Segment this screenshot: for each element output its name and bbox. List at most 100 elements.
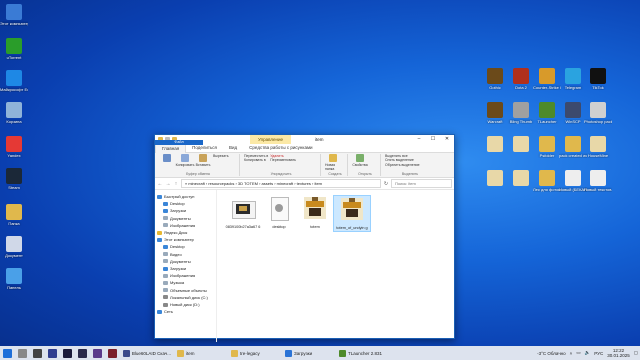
cut-button[interactable]: Вырезать bbox=[213, 154, 229, 158]
desktop-icon[interactable]: Майкрософт Edge bbox=[0, 70, 28, 92]
desktop-icon[interactable]: Корзина bbox=[0, 102, 28, 124]
app3-taskbar-icon[interactable] bbox=[108, 348, 117, 358]
nav-item[interactable]: Музыка bbox=[155, 279, 216, 286]
pin-button[interactable] bbox=[159, 154, 175, 163]
start-icon[interactable] bbox=[3, 348, 12, 358]
nav-item[interactable]: Видео bbox=[155, 251, 216, 258]
refresh-icon[interactable]: ↻ bbox=[383, 181, 389, 187]
nav-item[interactable]: Новый диск (D:) bbox=[155, 301, 216, 308]
nav-item[interactable]: Объемные объекты bbox=[155, 287, 216, 294]
back-icon[interactable]: ← bbox=[157, 181, 163, 187]
up-icon[interactable]: ↑ bbox=[173, 181, 179, 187]
tab-file[interactable]: Файл bbox=[155, 140, 203, 145]
desktop-icon[interactable]: Новый текстов... bbox=[584, 170, 612, 192]
maximize-button[interactable]: ☐ bbox=[426, 135, 440, 144]
search-icon[interactable] bbox=[18, 348, 27, 358]
tab-picture-tools[interactable]: Средства работы с рисунками bbox=[243, 144, 318, 152]
file-item[interactable]: totem_of_undyin g bbox=[333, 195, 371, 232]
desktop-icon[interactable]: WinSCP bbox=[559, 102, 587, 124]
desktop-icon[interactable]: HouseMine bbox=[584, 136, 612, 158]
desktop-icon[interactable]: Dota 2 bbox=[507, 68, 535, 90]
taskbar-app-icon bbox=[177, 349, 184, 357]
app2-taskbar-icon[interactable] bbox=[93, 348, 102, 358]
desktop-icon[interactable]: Photoshop pack bbox=[584, 102, 612, 124]
nav-item[interactable]: Сеть bbox=[155, 308, 216, 315]
ribbon: Копировать Вставить Вырезать Буфер обмен… bbox=[155, 153, 454, 178]
language-indicator[interactable]: РУС bbox=[594, 351, 603, 356]
forward-icon[interactable]: → bbox=[165, 181, 171, 187]
winscp-icon bbox=[565, 102, 581, 118]
nav-item[interactable]: Изображения bbox=[155, 222, 216, 229]
photoshop-taskbar-icon[interactable] bbox=[48, 348, 57, 358]
desktop-icon[interactable] bbox=[481, 136, 509, 153]
taskbar-app[interactable]: Загрузки bbox=[282, 346, 336, 360]
weather-text[interactable]: -3°C Облачно bbox=[537, 351, 566, 356]
desktop-icon[interactable]: Лес для фотошопа bbox=[533, 170, 561, 192]
nav-item[interactable]: Desktop bbox=[155, 200, 216, 207]
desktop-icon[interactable]: Psfolder bbox=[533, 136, 561, 158]
desktop-icon[interactable]: Telegram bbox=[559, 68, 587, 90]
desktop-icon[interactable] bbox=[481, 170, 509, 187]
network-icon[interactable]: ▭ bbox=[576, 350, 580, 356]
nav-item[interactable]: Документы bbox=[155, 215, 216, 222]
desktop-icon[interactable]: Steam bbox=[0, 168, 28, 190]
nav-item[interactable]: Этот компьютер bbox=[155, 236, 216, 243]
search-input[interactable]: Поиск: item bbox=[391, 179, 452, 188]
tray-arrow-icon[interactable]: ˄ bbox=[570, 351, 573, 356]
app-taskbar-icon[interactable] bbox=[78, 348, 87, 358]
desktop-icon[interactable] bbox=[507, 170, 535, 187]
nav-item[interactable]: Desktop bbox=[155, 243, 216, 250]
nav-item[interactable]: Быстрый доступ bbox=[155, 193, 216, 200]
nav-item[interactable]: Изображения bbox=[155, 272, 216, 279]
copy-button[interactable]: Копировать bbox=[176, 154, 194, 167]
file-item[interactable]: desktop bbox=[261, 195, 297, 230]
desktop-icon[interactable] bbox=[507, 136, 535, 153]
desktop-icon[interactable]: Gothic bbox=[481, 68, 509, 90]
nav-item[interactable]: Локальный диск (C:) bbox=[155, 294, 216, 301]
clock[interactable]: 12:22 30.01.2025 bbox=[607, 348, 630, 358]
desktop-icon[interactable]: Документ bbox=[0, 236, 28, 258]
desktop-icon[interactable]: TikTok bbox=[584, 68, 612, 90]
desktop-icon[interactable]: Counter-Strike Global Offensive bbox=[533, 68, 561, 90]
desktop-icon[interactable]: Панель bbox=[0, 268, 28, 290]
close-button[interactable]: ✕ bbox=[440, 135, 454, 144]
taskbar-app[interactable]: Blue60LAID Скач... bbox=[120, 346, 174, 360]
minimize-button[interactable]: – bbox=[412, 135, 426, 144]
volume-icon[interactable]: 🔈 bbox=[585, 350, 591, 356]
paste-button[interactable]: Вставить bbox=[195, 154, 211, 167]
rename-button[interactable]: Переименовать bbox=[270, 158, 296, 162]
desktop-icon[interactable]: Bling Thumb bbox=[507, 102, 535, 124]
taskbar-app[interactable]: tre-legacy bbox=[228, 346, 282, 360]
desktop-icon[interactable]: Новый (БЕКАП) bbox=[559, 170, 587, 192]
invert-selection-button[interactable]: Обратить выделение bbox=[385, 163, 435, 167]
nav-item[interactable]: Яндекс.Диск bbox=[155, 229, 216, 236]
desktop-icon[interactable]: Этот компьютер bbox=[0, 4, 28, 26]
tab-share[interactable]: Поделиться bbox=[186, 144, 223, 152]
properties-button[interactable]: Свойства bbox=[352, 154, 368, 167]
taskbar-app[interactable]: TLauncher 2.831 bbox=[336, 346, 390, 360]
task-view-icon[interactable] bbox=[33, 348, 42, 358]
file-item[interactable]: 0839100b27a3a67 6 bbox=[225, 195, 261, 230]
taskbar-app[interactable]: item bbox=[174, 346, 228, 360]
desktop-icon[interactable]: TLauncher bbox=[533, 102, 561, 124]
context-tab-manage[interactable]: Управление bbox=[250, 135, 292, 144]
nav-item[interactable]: Загрузки bbox=[155, 265, 216, 272]
desktop-icon-label: Photoshop pack bbox=[584, 119, 612, 124]
desktop-icon[interactable]: uTorrent bbox=[0, 38, 28, 60]
desktop-icon[interactable]: Папка bbox=[0, 204, 28, 226]
nav-item[interactable]: Загрузки bbox=[155, 207, 216, 214]
file-item[interactable]: totem bbox=[297, 195, 333, 230]
desktop-icon[interactable]: pack created worldhappy bbox=[559, 136, 587, 158]
desktop-icon-label: Warcraft bbox=[487, 119, 503, 124]
desktop-icon[interactable]: Yandex bbox=[0, 136, 28, 158]
desktop-icon[interactable]: Warcraft bbox=[481, 102, 509, 124]
nav-item[interactable]: Документы bbox=[155, 258, 216, 265]
tab-view[interactable]: Вид bbox=[223, 144, 243, 152]
address-bar[interactable]: « minecraft › resourcepacks › 3D TOTEM ›… bbox=[181, 179, 381, 188]
document-icon bbox=[6, 236, 22, 252]
new-folder-button[interactable]: Новая папка bbox=[325, 154, 341, 171]
copy-to-button[interactable]: Копировать в bbox=[244, 158, 268, 162]
tab-home[interactable]: Главная bbox=[155, 143, 187, 153]
notifications-icon[interactable]: ▢ bbox=[634, 350, 638, 356]
premiere-taskbar-icon[interactable] bbox=[63, 348, 72, 358]
